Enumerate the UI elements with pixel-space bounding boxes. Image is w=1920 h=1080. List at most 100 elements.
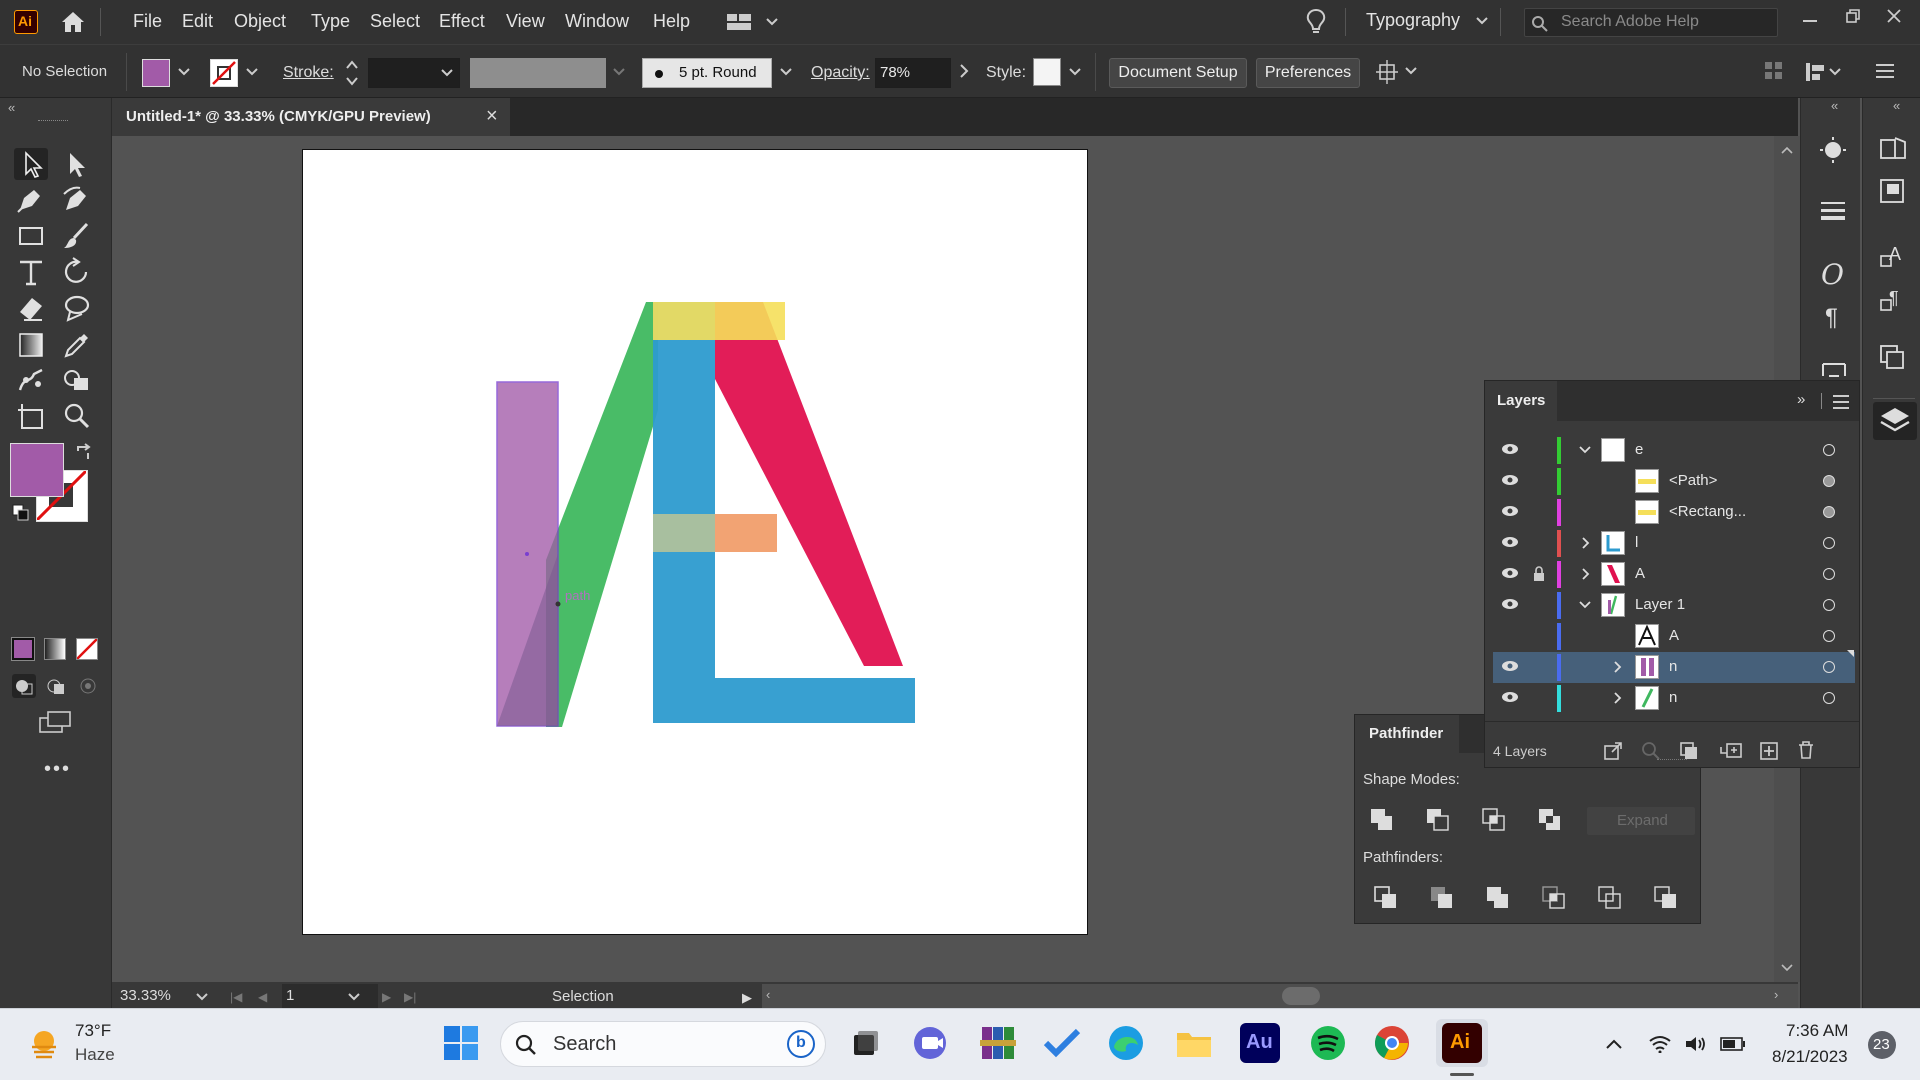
layer-name[interactable]: e	[1635, 441, 1643, 458]
expand-panel-icon[interactable]: »	[1797, 391, 1805, 408]
paintbrush-tool-icon[interactable]	[60, 220, 94, 252]
illustrator-logo[interactable]: Ai	[14, 10, 38, 34]
artboard-number-field[interactable]: 1	[282, 984, 378, 1008]
visibility-eye-icon[interactable]	[1501, 691, 1519, 703]
stroke-label[interactable]: Stroke:	[283, 64, 334, 82]
restore-window-icon[interactable]	[1845, 8, 1861, 24]
layers-panel-icon[interactable]	[1873, 402, 1917, 440]
selection-tool-icon[interactable]	[14, 148, 48, 180]
visibility-eye-icon[interactable]	[1501, 505, 1519, 517]
layer-name[interactable]: Layer 1	[1635, 596, 1685, 613]
rectangle-tool-icon[interactable]	[14, 220, 48, 252]
workspace-chevron-down-icon[interactable]	[1476, 16, 1488, 26]
layer-name[interactable]: n	[1669, 658, 1677, 675]
menu-help[interactable]: Help	[653, 11, 690, 32]
layer-name[interactable]: l	[1635, 534, 1638, 551]
gradient-mode-icon[interactable]	[44, 638, 66, 660]
layer-row-path[interactable]: <Path>	[1493, 466, 1855, 497]
pathfinder-tab[interactable]: Pathfinder	[1355, 715, 1459, 753]
stroke-weight-stepper[interactable]	[344, 58, 360, 88]
crop-icon[interactable]	[1541, 885, 1567, 911]
puppet-warp-tool-icon[interactable]	[14, 364, 48, 396]
stroke-chevron-down-icon[interactable]	[246, 67, 258, 77]
visibility-eye-icon[interactable]	[1501, 598, 1519, 610]
layer-row-n-selected[interactable]: n	[1493, 650, 1855, 683]
swap-fill-stroke-icon[interactable]	[74, 443, 94, 463]
resize-grip[interactable]	[1657, 759, 1687, 763]
visibility-eye-icon[interactable]	[1501, 660, 1519, 672]
eraser-tool-icon[interactable]	[14, 292, 48, 324]
layer-name[interactable]: <Rectang...	[1669, 503, 1746, 520]
layer-row-l[interactable]: l	[1493, 528, 1855, 559]
collapse-dock-icon[interactable]: «	[1831, 98, 1838, 113]
clock-date[interactable]: 8/21/2023	[1772, 1047, 1848, 1067]
default-fill-stroke-icon[interactable]	[12, 504, 30, 522]
draw-normal-icon[interactable]	[12, 674, 36, 698]
search-help-field[interactable]: Search Adobe Help	[1524, 8, 1778, 37]
minus-front-icon[interactable]	[1425, 807, 1451, 833]
draw-behind-icon[interactable]	[44, 674, 68, 698]
brush-chevron-down-icon[interactable]	[780, 67, 792, 77]
lock-icon[interactable]	[1533, 566, 1545, 582]
layers-menu-icon[interactable]	[1833, 395, 1849, 409]
wifi-icon[interactable]	[1648, 1035, 1672, 1053]
arrange-icon[interactable]	[1376, 59, 1418, 85]
style-chevron-down-icon[interactable]	[1069, 67, 1081, 77]
home-icon[interactable]	[60, 10, 86, 34]
target-circle-icon[interactable]	[1823, 661, 1835, 673]
preferences-button[interactable]: Preferences	[1256, 58, 1360, 88]
weather-icon[interactable]	[26, 1025, 62, 1061]
direct-selection-tool-icon[interactable]	[60, 148, 94, 180]
expand-button[interactable]: Expand	[1587, 807, 1695, 835]
target-circle-icon[interactable]	[1823, 444, 1835, 456]
file-explorer-icon[interactable]	[1174, 1023, 1214, 1063]
collapse-chevron-down-icon[interactable]	[1579, 600, 1591, 610]
target-circle-icon[interactable]	[1823, 599, 1835, 611]
last-artboard-icon[interactable]: ▶|	[404, 990, 416, 1004]
first-artboard-icon[interactable]: |◀	[230, 990, 242, 1004]
layer-row-e[interactable]: e	[1493, 435, 1855, 466]
profile-chevron-down-icon[interactable]	[613, 67, 625, 77]
opacity-chevron-right-icon[interactable]	[959, 64, 969, 78]
arrange-documents-icon[interactable]	[727, 12, 781, 32]
target-circle-icon[interactable]	[1823, 475, 1835, 487]
graphic-style-swatch[interactable]	[1033, 58, 1061, 86]
make-clipping-mask-icon[interactable]	[1679, 741, 1699, 761]
start-button-icon[interactable]	[443, 1025, 479, 1061]
minus-back-icon[interactable]	[1653, 885, 1679, 911]
brush-definition[interactable]: 5 pt. Round	[642, 58, 772, 88]
none-mode-icon[interactable]	[76, 638, 98, 660]
task-view-icon[interactable]	[844, 1023, 884, 1063]
stroke-panel-icon[interactable]	[1819, 198, 1847, 222]
close-window-icon[interactable]	[1886, 8, 1902, 24]
scroll-down-icon[interactable]	[1781, 964, 1793, 972]
paragraph-icon[interactable]: ¶	[1825, 304, 1838, 332]
variable-width-profile[interactable]	[470, 58, 606, 88]
expand-chevron-right-icon[interactable]	[1581, 568, 1591, 580]
scroll-right-icon[interactable]: ›	[1774, 987, 1778, 1002]
libraries-icon[interactable]	[1879, 134, 1907, 164]
merge-icon[interactable]	[1485, 885, 1511, 911]
fill-chevron-down-icon[interactable]	[178, 67, 190, 77]
type-tool-icon[interactable]	[14, 256, 48, 288]
paragraph-styles-icon[interactable]: ¶	[1879, 286, 1907, 314]
workspace-switcher[interactable]: Typography	[1366, 10, 1460, 31]
character-styles-icon[interactable]: A	[1879, 242, 1907, 270]
edge-browser-icon[interactable]	[1106, 1023, 1146, 1063]
taskbar-search-box[interactable]: Search b	[500, 1021, 826, 1067]
horizontal-scroll-thumb[interactable]	[1282, 987, 1320, 1005]
previous-artboard-icon[interactable]: ◀	[258, 990, 267, 1004]
weather-desc[interactable]: Haze	[75, 1045, 115, 1065]
todo-icon[interactable]	[1042, 1023, 1082, 1063]
spotify-icon[interactable]	[1308, 1023, 1348, 1063]
screen-mode-icon[interactable]	[36, 710, 72, 734]
export-assets-icon[interactable]	[1603, 741, 1623, 761]
artboard-chevron-down-icon[interactable]	[348, 992, 360, 1002]
visibility-eye-icon[interactable]	[1501, 443, 1519, 455]
red-diagonal-shape[interactable]	[715, 302, 903, 666]
intersect-icon[interactable]	[1481, 807, 1507, 833]
notification-badge[interactable]: 23	[1868, 1031, 1896, 1059]
fill-color-large[interactable]	[10, 443, 64, 497]
lasso-warp-tool-icon[interactable]	[60, 292, 94, 324]
expand-chevron-right-icon[interactable]	[1613, 661, 1623, 673]
